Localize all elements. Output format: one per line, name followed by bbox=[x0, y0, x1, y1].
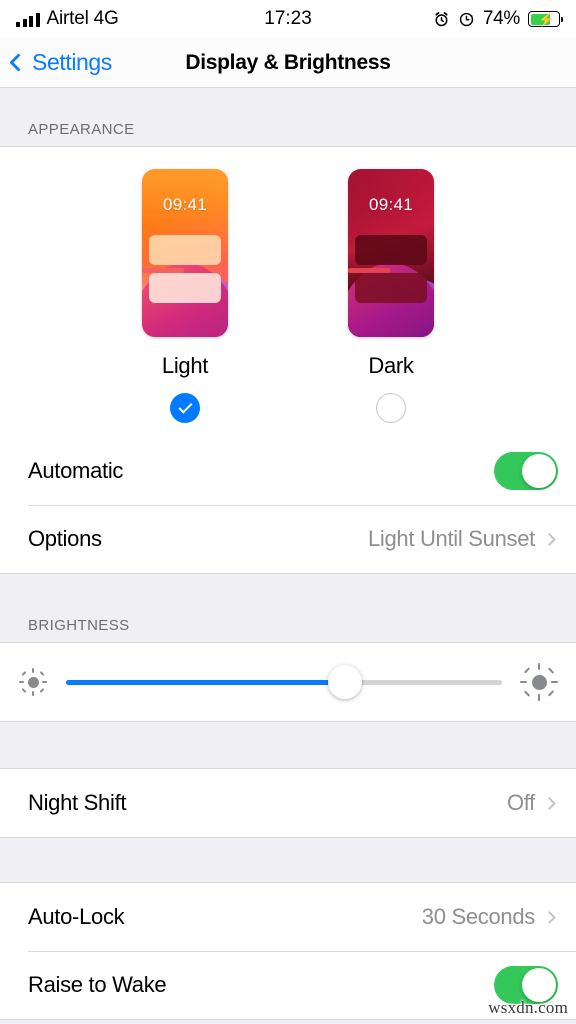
charging-bolt-icon: ⚡ bbox=[538, 12, 555, 27]
row-night-shift-label: Night Shift bbox=[28, 790, 127, 815]
row-auto-lock[interactable]: Auto-Lock 30 Seconds bbox=[0, 883, 576, 951]
night-shift-group: Night Shift Off bbox=[0, 768, 576, 838]
chevron-left-icon bbox=[9, 53, 28, 72]
theme-option-light[interactable]: 09:41 Light bbox=[142, 169, 228, 423]
light-wallpaper-preview: 09:41 bbox=[142, 169, 228, 337]
row-raise-to-wake-label: Raise to Wake bbox=[28, 972, 167, 997]
checkmark-icon bbox=[177, 399, 193, 414]
navigation-bar: Settings Display & Brightness bbox=[0, 38, 576, 88]
brightness-slider-track[interactable] bbox=[66, 665, 502, 699]
brightness-slider-thumb[interactable] bbox=[328, 665, 363, 699]
theme-option-dark[interactable]: 09:41 Dark bbox=[348, 169, 434, 423]
light-theme-label: Light bbox=[161, 353, 209, 378]
light-theme-radio-selected[interactable] bbox=[170, 393, 200, 423]
spacer-after-night-shift bbox=[0, 838, 576, 882]
status-bar: Airtel 4G 17:23 74% ⚡ bbox=[0, 0, 576, 38]
light-preview-time: 09:41 bbox=[162, 195, 208, 214]
brightness-section-header: BRIGHTNESS bbox=[0, 574, 576, 642]
chevron-right-icon bbox=[543, 532, 556, 546]
row-night-shift-value: Off bbox=[506, 790, 535, 815]
sun-dim-icon bbox=[18, 667, 48, 697]
dark-theme-label: Dark bbox=[368, 353, 414, 378]
watermark: wsxdn.com bbox=[488, 998, 568, 1017]
appearance-group: 09:41 Light 09:41 Dark Automatic Options… bbox=[0, 146, 576, 574]
brightness-header-label: BRIGHTNESS bbox=[0, 574, 576, 642]
sun-bright-icon bbox=[520, 663, 558, 701]
appearance-header-label: APPEARANCE bbox=[0, 88, 576, 146]
battery-percent-label: 74% bbox=[482, 8, 520, 29]
row-automatic[interactable]: Automatic bbox=[0, 437, 576, 505]
row-options-value: Light Until Sunset bbox=[367, 526, 535, 551]
dark-theme-radio-unselected[interactable] bbox=[376, 393, 406, 423]
row-auto-lock-value: 30 Seconds bbox=[421, 904, 536, 929]
row-auto-lock-label: Auto-Lock bbox=[28, 904, 125, 929]
row-night-shift[interactable]: Night Shift Off bbox=[0, 769, 576, 837]
alarm-clock-icon bbox=[435, 11, 448, 26]
chevron-right-icon bbox=[543, 910, 556, 924]
back-button-label: Settings bbox=[32, 49, 112, 75]
brightness-slider-fill bbox=[66, 679, 346, 685]
row-options[interactable]: Options Light Until Sunset bbox=[0, 505, 576, 573]
brightness-group bbox=[0, 642, 576, 722]
row-options-label: Options bbox=[28, 526, 102, 551]
settings-screen: Airtel 4G 17:23 74% ⚡ Settings Display &… bbox=[0, 0, 576, 1024]
rotation-lock-icon bbox=[459, 12, 474, 26]
spacer-after-brightness bbox=[0, 722, 576, 768]
dark-wallpaper-preview: 09:41 bbox=[348, 169, 434, 337]
battery-charging-icon: ⚡ bbox=[528, 11, 563, 27]
chevron-right-icon bbox=[543, 796, 556, 810]
brightness-slider-row bbox=[0, 643, 576, 721]
back-button[interactable]: Settings bbox=[0, 49, 112, 76]
dark-preview-time: 09:41 bbox=[368, 195, 414, 214]
appearance-section-header: APPEARANCE bbox=[0, 88, 576, 146]
theme-picker: 09:41 Light 09:41 Dark bbox=[0, 147, 576, 437]
row-automatic-label: Automatic bbox=[28, 458, 124, 483]
automatic-toggle[interactable] bbox=[494, 452, 558, 490]
status-bar-right: 74% ⚡ bbox=[433, 8, 563, 30]
